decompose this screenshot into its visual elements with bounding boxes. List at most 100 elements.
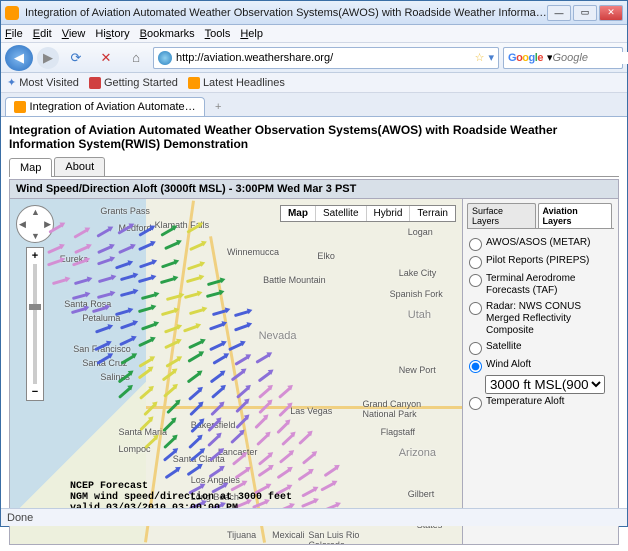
state-label: Arizona	[399, 447, 436, 459]
bookmark-latest-headlines[interactable]: Latest Headlines	[188, 77, 285, 89]
tab-map[interactable]: Map	[9, 158, 52, 177]
menu-edit[interactable]: Edit	[33, 28, 52, 40]
map-area: ▲ ▼ ◀ ▶ + − Map Satellite Hybrid Terrain	[9, 199, 619, 545]
city-label: Klamath Falls	[155, 220, 210, 230]
menu-history[interactable]: History	[95, 28, 129, 40]
side-panel: Surface Layers Aviation Layers AWOS/ASOS…	[462, 199, 618, 544]
layer-satellite[interactable]: Satellite	[469, 339, 612, 357]
maximize-button[interactable]: ▭	[573, 5, 597, 21]
pan-east-icon[interactable]: ▶	[44, 219, 51, 230]
city-label: San Francisco	[73, 344, 131, 354]
tab-favicon	[14, 101, 26, 113]
status-bar: Done	[1, 508, 627, 526]
tab-aviation-layers[interactable]: Aviation Layers	[538, 203, 612, 228]
layer-radio[interactable]	[469, 274, 482, 287]
back-button[interactable]: ◀	[5, 45, 33, 71]
bookmark-label: Getting Started	[104, 77, 178, 89]
map-type-control: Map Satellite Hybrid Terrain	[280, 205, 456, 222]
layer-radio[interactable]	[469, 397, 482, 410]
pan-control[interactable]: ▲ ▼ ◀ ▶	[16, 205, 54, 243]
layer-label: AWOS/ASOS (METAR)	[486, 237, 590, 249]
bookmark-label: Latest Headlines	[203, 77, 285, 89]
layer-label: Temperature Aloft	[486, 396, 564, 408]
bookmark-most-visited[interactable]: ✦Most Visited	[7, 76, 79, 89]
zoom-slider[interactable]	[33, 264, 37, 384]
search-input[interactable]	[552, 52, 628, 64]
firefox-favicon	[5, 6, 19, 20]
page-title: Integration of Aviation Automated Weathe…	[9, 123, 619, 151]
city-label: Mexicali	[272, 530, 305, 540]
layer-radio[interactable]	[469, 360, 482, 373]
map-header: Wind Speed/Direction Aloft (3000ft MSL) …	[9, 179, 619, 199]
tab-about[interactable]: About	[54, 157, 105, 176]
city-label: Petaluma	[82, 313, 120, 323]
window-titlebar: Integration of Aviation Automated Weathe…	[1, 1, 627, 25]
menu-help[interactable]: Help	[240, 28, 263, 40]
layer-temp-aloft[interactable]: Temperature Aloft	[469, 394, 612, 412]
layer-label: Wind Aloft	[486, 359, 531, 371]
city-label: Santa Rosa	[64, 299, 111, 309]
maptype-hybrid[interactable]: Hybrid	[367, 206, 411, 221]
url-input[interactable]	[176, 52, 471, 64]
wind-level-select[interactable]: 3000 ft MSL(900mb)	[485, 375, 605, 394]
layer-label: Radar: NWS CONUS Merged Reflectivity Com…	[486, 301, 612, 337]
page-content: Integration of Aviation Automated Weathe…	[1, 117, 627, 551]
city-label: Bakersfield	[191, 420, 236, 430]
pan-south-icon[interactable]: ▼	[31, 231, 40, 241]
bookmark-getting-started[interactable]: Getting Started	[89, 77, 178, 89]
menu-view[interactable]: View	[62, 28, 86, 40]
zoom-control: + −	[26, 247, 44, 401]
city-label: Salinas	[100, 372, 130, 382]
url-dropdown-icon[interactable]: ▾	[488, 51, 494, 64]
layer-radio[interactable]	[469, 238, 482, 251]
layer-label: Pilot Reports (PIREPS)	[486, 255, 589, 267]
layer-taf[interactable]: Terminal Aerodrome Forecasts (TAF)	[469, 271, 612, 299]
menu-file[interactable]: File	[5, 28, 23, 40]
state-label: Nevada	[259, 330, 297, 342]
menu-bar: File Edit View History Bookmarks Tools H…	[1, 25, 627, 43]
new-tab-button[interactable]: +	[209, 98, 227, 116]
layer-list: AWOS/ASOS (METAR) Pilot Reports (PIREPS)…	[467, 233, 614, 414]
menu-tools[interactable]: Tools	[205, 28, 231, 40]
forward-button[interactable]: ▶	[37, 47, 59, 69]
close-button[interactable]: ✕	[599, 5, 623, 21]
pan-north-icon[interactable]: ▲	[31, 207, 40, 217]
browser-tab[interactable]: Integration of Aviation Automated ...	[5, 97, 205, 116]
layer-pireps[interactable]: Pilot Reports (PIREPS)	[469, 253, 612, 271]
minimize-button[interactable]: —	[547, 5, 571, 21]
url-bar[interactable]: ☆ ▾	[153, 47, 499, 69]
google-logo-icon: Google	[508, 52, 543, 64]
maptype-map[interactable]: Map	[281, 206, 316, 221]
zoom-in-button[interactable]: +	[32, 250, 38, 262]
tab-surface-layers[interactable]: Surface Layers	[467, 203, 536, 228]
city-label: Lancaster	[218, 447, 258, 457]
bookmark-star-icon[interactable]: ☆	[475, 51, 485, 64]
maptype-terrain[interactable]: Terrain	[410, 206, 455, 221]
city-label: Elko	[317, 251, 335, 261]
tab-strip: Integration of Aviation Automated ... +	[1, 93, 627, 117]
search-bar[interactable]: Google▾	[503, 47, 623, 69]
map-view[interactable]: ▲ ▼ ◀ ▶ + − Map Satellite Hybrid Terrain	[10, 199, 462, 544]
city-label: Medford	[118, 223, 151, 233]
site-identity-icon	[158, 51, 172, 65]
home-button[interactable]: ⌂	[123, 46, 149, 70]
zoom-thumb[interactable]	[29, 304, 41, 310]
maptype-satellite[interactable]: Satellite	[316, 206, 367, 221]
city-label: Santa Maria	[118, 427, 167, 437]
city-label: Flagstaff	[381, 427, 415, 437]
menu-bookmarks[interactable]: Bookmarks	[140, 28, 195, 40]
city-label: Gilbert	[408, 489, 435, 499]
layer-wind-aloft[interactable]: Wind Aloft	[469, 357, 612, 375]
layer-radio[interactable]	[469, 342, 482, 355]
pan-west-icon[interactable]: ◀	[19, 219, 26, 230]
stop-button[interactable]: ✕	[93, 46, 119, 70]
map-controls: ▲ ▼ ◀ ▶ + −	[16, 205, 54, 401]
layer-radio[interactable]	[469, 256, 482, 269]
city-label: Grand Canyon National Park	[363, 399, 422, 419]
layer-awos[interactable]: AWOS/ASOS (METAR)	[469, 235, 612, 253]
city-label: Las Vegas	[290, 406, 332, 416]
reload-button[interactable]: ⟳	[63, 46, 89, 70]
layer-radio[interactable]	[469, 302, 482, 315]
zoom-out-button[interactable]: −	[32, 386, 38, 398]
layer-radar[interactable]: Radar: NWS CONUS Merged Reflectivity Com…	[469, 299, 612, 339]
